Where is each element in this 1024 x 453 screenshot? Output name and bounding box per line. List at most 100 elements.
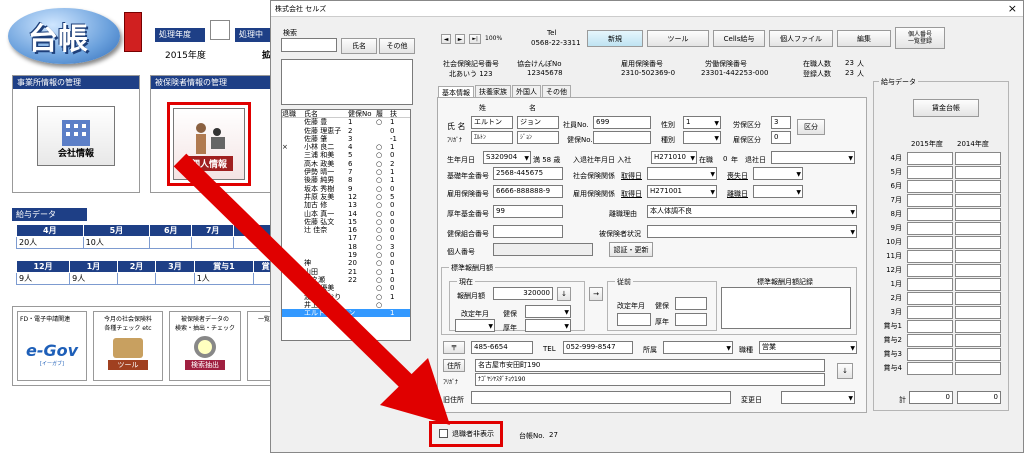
tel2-input[interactable]: 052-999-8547 [563,341,633,354]
address-input[interactable]: 名古屋市安田町190 [475,359,825,372]
salary-data-label: 給与データ [879,77,918,87]
salary-cell [907,249,953,263]
record-label: 標準報酬月額記録 [757,278,813,286]
doc-icon[interactable] [210,20,230,40]
change-date-select[interactable] [781,391,855,404]
pension-input[interactable]: 2568-445675 [493,167,563,180]
list-item[interactable]: 佐藤 理恵子 2 0 [282,127,410,135]
postal-input[interactable]: 485-6654 [471,341,533,354]
nav-prev-button[interactable]: ◄ [441,34,451,44]
acquire-label-2[interactable]: 取得日 [621,189,642,199]
search-name-button[interactable]: 氏名 [341,38,377,54]
list-item[interactable]: 佐藤 肇 3 -1 [282,135,410,143]
list-cell-no: 3 [348,134,353,143]
wage-ledger-button[interactable]: 賃金台帳 [913,99,979,117]
search-results-box[interactable] [281,59,413,105]
month-label: 11月 [886,252,902,260]
job-label: 職種 [739,346,753,354]
list-cell-no: 1 [348,118,353,127]
acquire-select-2[interactable]: H271001 [647,185,717,198]
list-item[interactable]: 佐藤 豊 1 ○ 1 [282,118,410,126]
prev-kounen-input[interactable] [675,313,707,326]
new-button[interactable]: 新規 [587,30,643,47]
monthly-input[interactable]: 320000 [493,287,553,300]
acquire-select[interactable] [647,167,717,180]
address-down-button[interactable]: ↓ [837,363,853,379]
office-symbol-value: 北あいう 123 [449,70,493,78]
leave-day-label[interactable]: 離職日 [727,189,748,199]
furi-sei-input[interactable]: ｴﾙﾄﾝ [471,131,513,144]
birth-select[interactable]: S320904 [483,151,531,164]
enrolled-unit: 人 [857,60,864,68]
dept-select[interactable] [663,341,733,354]
kind-select[interactable] [683,131,721,144]
nav-next-button[interactable]: ► [455,34,465,44]
salary-cell [907,221,953,235]
search-input[interactable] [281,38,337,52]
job-select[interactable]: 営業 [759,341,857,354]
employment-ins-value: 2310-502369-0 [621,69,676,77]
month-label: 賞与2 [883,336,902,344]
gender-select[interactable]: 1 [683,116,721,129]
auth-update-button[interactable]: 認証・更新 [609,242,653,257]
edit-button[interactable]: 編集 [837,30,891,47]
furi-mei-input[interactable]: ｼﾞｮﾝ [517,131,559,144]
egov-tool[interactable]: FD・電子申請関連 e-Gov [イーガブ] [17,311,87,381]
salary-row: 7月 [877,193,1007,207]
salary-cell [955,193,1001,207]
leave-select[interactable] [771,151,855,164]
loss-select[interactable] [753,167,803,180]
dialog-title: 株式会社 セルズ [271,1,1023,17]
kenpo-select[interactable] [525,305,571,318]
salary-cell [955,235,1001,249]
copy-arrow-button[interactable]: → [589,287,603,301]
personal-file-button[interactable]: 個人ファイル [769,30,833,47]
health-union-input[interactable] [493,225,563,238]
prev-revised-input[interactable] [617,313,651,326]
emp-class-input[interactable]: 0 [771,131,791,144]
mynumber-input[interactable] [493,243,593,256]
month-label: 3月 [890,308,902,316]
sei-input[interactable]: エルトン [471,116,513,129]
reason-select[interactable]: 本人体調不良 [647,205,857,218]
acquire-label[interactable]: 取得日 [621,171,642,181]
loss-label[interactable]: 喪失日 [727,171,748,181]
leave-day-select[interactable] [753,185,803,198]
employee-no-input[interactable]: 699 [593,116,651,129]
kyokai-value: 12345678 [527,69,563,77]
emp-ins-no-input[interactable]: 6666-888888-9 [493,185,563,198]
kounen-select[interactable] [525,319,571,332]
welfare-input[interactable]: 99 [493,205,563,218]
mei-input[interactable]: ジョン [517,116,559,129]
insured-status-select[interactable] [647,225,857,238]
class-button[interactable]: 区分 [797,119,825,135]
search-other-button[interactable]: その他 [379,38,415,54]
processing-label: 処理中 [235,28,273,42]
leave-label: 退社日 [745,156,766,164]
enrolled-label: 在職人数 [803,60,831,68]
book-icon [124,12,142,52]
salary-cell [907,291,953,305]
salary-cell [907,361,953,375]
salary-section-title: 給与データ [12,208,87,221]
company-info-button[interactable]: 会社情報 [37,106,115,166]
join-select[interactable]: H271010 [651,151,697,164]
old-addr-input[interactable] [471,391,731,404]
prev-kenpo-input[interactable] [675,297,707,310]
cells-salary-button[interactable]: Cells給与 [713,30,765,47]
sei-label: 姓 [479,104,486,112]
tool-tool[interactable]: 今月の社会保険料 各種チェック etc ツール [93,311,163,381]
close-icon[interactable]: × [1008,2,1017,15]
record-box[interactable] [721,287,851,329]
furi-addr-input[interactable]: ﾅｺﾞﾔｼﾔｽﾀﾞﾁｮｳ190 [475,373,825,386]
month-label: 賞与3 [883,350,902,358]
salary-cell [955,221,1001,235]
tool-button[interactable]: ツール [647,30,709,47]
mynumber-register-button[interactable]: 個人番号 一覧登録 [895,27,945,49]
year-value: 2015年度 [165,51,206,61]
kenpo-no-input[interactable] [593,131,651,144]
tenure-value: 0 [723,155,728,163]
labor-class-input[interactable]: 3 [771,116,791,129]
nav-end-button[interactable]: ►| [469,34,481,44]
down-button[interactable]: ↓ [557,287,571,301]
